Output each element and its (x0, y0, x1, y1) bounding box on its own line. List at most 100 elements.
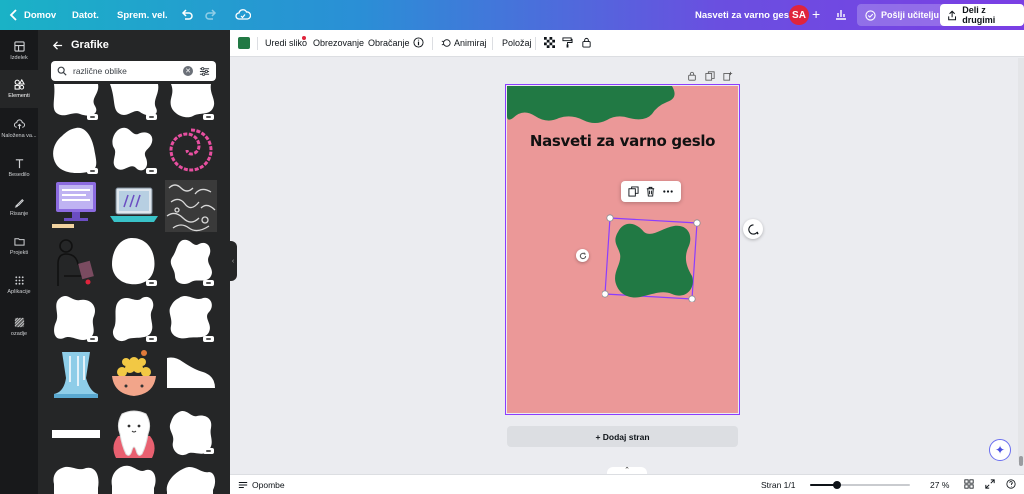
back-chevron-icon[interactable] (8, 8, 20, 22)
elements-panel: Grafike različne oblike ✕ (38, 30, 230, 494)
graphic-blob-14[interactable] (165, 464, 217, 494)
collapse-panel-chevron-icon[interactable]: ‹ (229, 241, 237, 281)
duplicate-icon[interactable] (628, 186, 639, 197)
home-menu[interactable]: Domov (24, 10, 56, 21)
search-input[interactable]: različne oblike (73, 66, 177, 76)
send-to-teacher-button[interactable]: Pošlji učitelju (857, 4, 948, 26)
graphic-popcorn-bowl[interactable] (108, 348, 160, 400)
filter-sliders-icon[interactable] (199, 66, 210, 77)
trash-icon[interactable] (645, 186, 656, 197)
resize-menu[interactable]: Sprem. vel. (117, 10, 168, 21)
rail-item-background[interactable]: ozadje (0, 308, 38, 346)
transparency-icon[interactable] (544, 37, 555, 50)
divider (432, 37, 433, 50)
undo-icon[interactable] (180, 8, 194, 22)
vertical-scrollbar[interactable] (1018, 58, 1024, 466)
pro-badge-icon (87, 114, 98, 120)
fullscreen-icon[interactable] (985, 479, 995, 491)
avatar[interactable]: SA (789, 5, 809, 25)
apps-icon (14, 276, 24, 285)
pro-badge-icon (146, 280, 157, 286)
clear-search-icon[interactable]: ✕ (183, 66, 193, 76)
zoom-level[interactable]: 27 % (930, 480, 949, 490)
graphic-waterfall[interactable] (50, 348, 102, 400)
element-context-menu (621, 181, 681, 202)
rail-label: Aplikacije (7, 289, 31, 295)
comment-refresh-button[interactable] (743, 219, 763, 239)
notes-button[interactable]: Opombe (238, 480, 285, 490)
graphic-blob-2[interactable] (108, 84, 160, 118)
share-upload-icon (948, 10, 957, 20)
document-title[interactable]: Nasveti za varno geslo (695, 10, 797, 21)
page-lock-icon[interactable] (687, 71, 697, 81)
text-icon (15, 159, 23, 169)
graphic-laptop[interactable] (108, 180, 160, 232)
magic-sparkle-icon[interactable]: ✦ (989, 439, 1011, 461)
crop-button[interactable]: Obrezovanje (313, 38, 364, 48)
graphic-pink-spiral[interactable] (165, 124, 217, 176)
selected-green-blob[interactable] (602, 214, 702, 302)
rail-item-apps[interactable]: Aplikacije (0, 266, 38, 304)
page-add-icon[interactable] (723, 71, 733, 81)
rail-item-projects[interactable]: Projekti (0, 227, 38, 265)
notes-label: Opombe (252, 480, 285, 490)
pro-badge-icon (87, 336, 98, 342)
divider (492, 37, 493, 50)
search-box[interactable]: različne oblike ✕ (51, 61, 216, 81)
rail-item-draw[interactable]: Risanje (0, 188, 38, 226)
share-button[interactable]: Deli z drugimi (940, 4, 1024, 26)
pro-badge-icon (203, 336, 214, 342)
flip-button[interactable]: Obračanje (368, 38, 410, 48)
info-icon[interactable] (413, 37, 424, 50)
upload-cloud-icon (13, 119, 25, 130)
rail-item-uploads[interactable]: Naložena va... (0, 110, 38, 148)
cloud-saved-icon[interactable] (235, 8, 251, 22)
graphic-tooth-character[interactable] (108, 406, 160, 462)
grid-view-icon[interactable] (964, 479, 974, 491)
notes-icon (238, 482, 248, 488)
rail-label: Risanje (9, 211, 29, 217)
edit-image-button[interactable]: Uredi sliko (265, 38, 307, 48)
graphic-folded-shape[interactable] (165, 348, 217, 400)
graphic-person-with-tablet[interactable] (50, 236, 102, 288)
help-icon[interactable] (1006, 479, 1016, 491)
rail-item-elements[interactable]: Elementi (0, 70, 38, 108)
send-to-teacher-label: Pošlji učitelju (881, 10, 940, 20)
rail-item-text[interactable]: Besedilo (0, 149, 38, 187)
graphic-blob-12[interactable] (50, 464, 102, 494)
graphic-blob-3[interactable] (165, 84, 217, 118)
redo-icon[interactable] (204, 8, 218, 22)
color-swatch[interactable] (238, 37, 250, 49)
page-duplicate-icon[interactable] (705, 71, 715, 81)
paint-roller-icon[interactable] (562, 37, 573, 50)
search-icon (57, 66, 67, 76)
lock-icon[interactable] (581, 37, 592, 50)
rotate-handle-icon[interactable] (576, 249, 589, 262)
position-button[interactable]: Položaj (502, 38, 532, 48)
graphic-blob-1[interactable] (50, 84, 102, 118)
back-arrow-icon[interactable] (52, 40, 63, 51)
animate-icon (441, 39, 451, 47)
graphic-computer-monitor[interactable] (50, 180, 102, 232)
file-menu[interactable]: Datot. (72, 10, 99, 21)
divider (535, 37, 536, 50)
add-page-button[interactable]: + Dodaj stran (507, 426, 738, 447)
rail-item-design[interactable]: Izdelek (0, 32, 38, 70)
graphic-blob-13[interactable] (108, 464, 160, 494)
rail-label: ozadje (10, 331, 28, 337)
animate-button[interactable]: Animiraj (441, 38, 487, 48)
zoom-slider[interactable] (810, 481, 910, 489)
zoom-slider-knob[interactable] (833, 481, 841, 489)
left-rail: Izdelek Elementi Naložena va... Besedilo… (0, 30, 38, 494)
graphic-terrazzo-pattern[interactable] (165, 180, 217, 232)
insights-chart-icon[interactable] (834, 7, 848, 24)
pro-badge-icon (146, 168, 157, 174)
pro-badge-icon (203, 448, 214, 454)
add-collaborator-icon[interactable]: + (812, 6, 820, 22)
graphic-line-bar[interactable] (50, 410, 102, 462)
top-bar: Domov Datot. Sprem. vel. Nasveti za varn… (0, 0, 1024, 30)
rail-label: Besedilo (8, 172, 30, 178)
rail-label: Projekti (9, 250, 29, 256)
page-indicator[interactable]: Stran 1/1 (761, 480, 796, 490)
more-options-icon[interactable] (662, 186, 674, 197)
